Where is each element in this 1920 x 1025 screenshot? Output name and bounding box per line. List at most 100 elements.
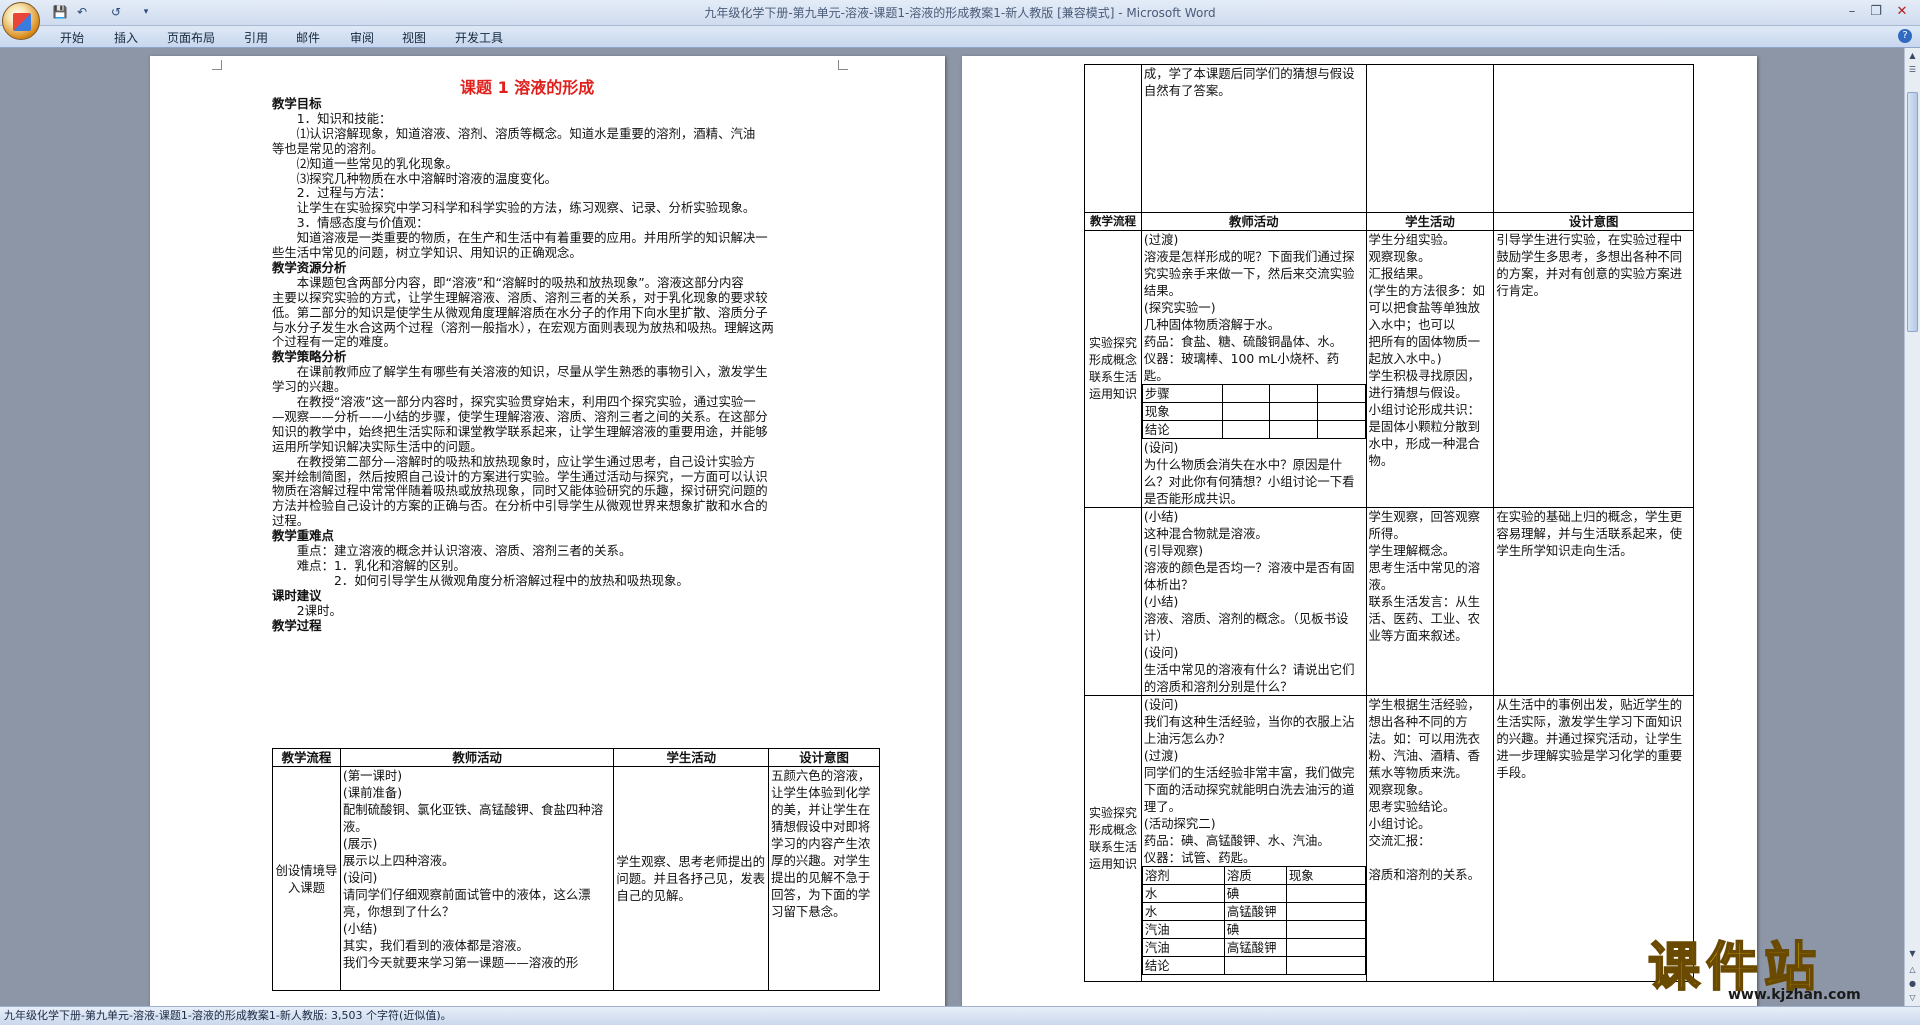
ruler-toggle-icon[interactable]: ☰ (1907, 64, 1918, 76)
tab-home[interactable]: 开始 (60, 29, 84, 46)
student-line: 学生积极寻找原因，进行猜想与假设。 (1368, 368, 1481, 400)
section-heading: 教学过程 (272, 617, 322, 633)
student-line: 交流汇报： (1368, 833, 1431, 848)
teacher-line: (第一课时) (342, 768, 403, 783)
tab-mailings[interactable]: 邮件 (296, 29, 320, 46)
status-text: 九年级化学下册-第九单元-溶液-课题1-溶液的形成教案1-新人教版: 3,503… (4, 1009, 452, 1022)
vertical-scrollbar[interactable]: ▲ ☰ ▼ △ ● ▽ (1904, 48, 1920, 1006)
scroll-thumb[interactable] (1907, 92, 1918, 332)
close-icon[interactable]: ✕ (1892, 3, 1912, 21)
grid-cell: 碘 (1223, 920, 1287, 939)
intent-text: 五颜六色的溶液，让学生体验到化学的美，并让学生在猜想假设中对即将学习的内容产生浓… (771, 768, 871, 919)
restore-icon[interactable]: ❐ (1866, 3, 1886, 21)
tab-insert[interactable]: 插入 (114, 29, 138, 46)
teacher-line: 溶液的颜色是否均一？溶液中是否有固体析出？ (1143, 560, 1355, 592)
student-line: 把所有的固体物质一起放入水中。) (1368, 334, 1481, 366)
student-cell: 学生分组实验。 观察现象。 汇报结果。 (学生的方法很多：如可以把食盐等单独放入… (1365, 230, 1495, 508)
student-text: 学生观察、思考老师提出的问题。并且各抒己见，发表自己的见解。 (616, 854, 766, 903)
body-line: 方法并检验自己设计的方案的正确与否。在分析中引导学生从微观世界来想象扩散和水合的 (272, 498, 768, 514)
grid-cell: 碘 (1223, 884, 1287, 903)
teacher-line: (课前准备) (342, 785, 403, 800)
student-line: 思考生活中常见的溶液。 (1368, 560, 1481, 592)
teacher-cell: (第一课时) (课前准备) 配制硫酸铜、氯化亚铁、高锰酸钾、食盐四种溶液。 (展… (339, 766, 615, 991)
page-2[interactable]: 成，学了本课题后同学们的猜想与假设自然有了答案。 教学流程 教师活动 学生活动 … (962, 56, 1757, 1006)
corner-mark (838, 60, 848, 70)
flow-cell: 实验探究形成概念联系生活运用知识 (1084, 695, 1142, 982)
grid-cell: 汽油 (1142, 938, 1225, 957)
teacher-line: (设问) (1143, 645, 1179, 660)
tab-developer[interactable]: 开发工具 (455, 29, 503, 46)
site-watermark: 课件站 www.kjzhan.com (1647, 925, 1910, 1005)
student-line: 观察现象。 (1368, 249, 1431, 264)
grid-cell: 水 (1142, 902, 1225, 921)
student-cell: 学生观察，回答观察所得。 学生理解概念。 思考生活中常见的溶液。 联系生活发言：… (1365, 507, 1495, 696)
teacher-line: (活动探究二) (1143, 816, 1216, 831)
grid-cell: 水 (1142, 884, 1225, 903)
intent-cell: 五颜六色的溶液，让学生体验到化学的美，并让学生在猜想假设中对即将学习的内容产生浓… (768, 766, 880, 991)
col-header: 教学流程 (1084, 212, 1142, 231)
col-header: 教师活动 (1140, 212, 1367, 231)
grid-header: 溶剂 (1142, 866, 1225, 885)
teacher-line: (过渡) (1143, 748, 1179, 763)
flow-cell: 实验探究形成概念联系生活运用知识 (1084, 230, 1142, 508)
col-header: 教师活动 (339, 748, 615, 767)
teacher-line: (小结) (1143, 594, 1179, 609)
teacher-cell: (过渡) 溶液是怎样形成的呢？下面我们通过探究实验亲手来做一下，然后来交流实验结… (1140, 230, 1367, 508)
teacher-line: 我们今天就要来学习第一课题——溶液的形 (342, 955, 579, 970)
tab-view[interactable]: 视图 (402, 29, 426, 46)
teacher-text: 成，学了本课题后同学们的猜想与假设自然有了答案。 (1143, 66, 1355, 98)
student-cell: 学生根据生活经验，想出各种不同的方法。如：可以用洗衣粉、汽油、酒精、香蕉水等物质… (1365, 695, 1495, 982)
teacher-line: 配制硫酸铜、氯化亚铁、高锰酸钾、食盐四种溶液。 (342, 802, 604, 834)
tab-page-layout[interactable]: 页面布局 (167, 29, 215, 46)
col-header: 设计意图 (768, 748, 880, 767)
teacher-cell: (设问) 我们有这种生活经验，当你的衣服上沾上油污怎么办？ (过渡) 同学们的生… (1140, 695, 1367, 982)
document-workspace[interactable]: 课题 1 溶液的形成 教学目标 1．知识和技能： ⑴认识溶解现象，知道溶液、溶剂、溶… (0, 48, 1904, 1006)
student-line: 小组讨论。 (1368, 816, 1431, 831)
student-cell-empty (1365, 64, 1495, 213)
page-1[interactable]: 课题 1 溶液的形成 教学目标 1．知识和技能： ⑴认识溶解现象，知道溶液、溶剂、溶… (150, 56, 945, 1006)
student-cell: 学生观察、思考老师提出的问题。并且各抒己见，发表自己的见解。 (613, 766, 770, 991)
intent-cell-empty (1493, 64, 1694, 213)
intent-text: 在实验的基础上归的概念，学生更容易理解，并与生活联系起来，使学生所学知识走向生活… (1496, 509, 1683, 558)
office-button[interactable] (2, 2, 40, 40)
title-bar: 💾 ↶ ↺ ▾ 九年级化学下册-第九单元-溶液-课题1-溶液的形成教案1-新人教… (0, 0, 1920, 26)
teacher-line: 溶液、溶质、溶剂的概念。（见板书设计） (1143, 611, 1349, 643)
intent-cell: 在实验的基础上归的概念，学生更容易理解，并与生活联系起来，使学生所学知识走向生活… (1493, 507, 1694, 696)
student-line: 学生理解概念。 (1368, 543, 1456, 558)
teacher-line: 同学们的生活经验非常丰富，我们做完下面的活动探究就能明白洗去油污的道理了。 (1143, 765, 1355, 814)
student-line: 溶质和溶剂的关系。 (1368, 867, 1481, 882)
tab-review[interactable]: 审阅 (350, 29, 374, 46)
tab-references[interactable]: 引用 (244, 29, 268, 46)
teacher-line: 几种固体物质溶解于水。 (1143, 317, 1281, 332)
ribbon-tabs: 开始 插入 页面布局 引用 邮件 审阅 视图 开发工具 ? (0, 26, 1920, 48)
body-line: 2．如何引导学生从微观角度分析溶解过程中的放热和吸热现象。 (334, 572, 689, 588)
student-line: 学生观察，回答观察所得。 (1368, 509, 1481, 541)
intent-cell: 引导学生进行实验，在实验过程中鼓励学生多思考，多想出各种不同的方案，并对有创意的… (1493, 230, 1694, 508)
teacher-line: 为什么物质会消失在水中？原因是什么？对此你有何猜想？小组讨论一下看是否能形成共识… (1143, 457, 1355, 506)
minimize-icon[interactable]: – (1842, 3, 1862, 21)
student-line: 学生分组实验。 (1368, 232, 1456, 247)
teacher-line: (设问) (1143, 697, 1179, 712)
teacher-line: (探究实验一) (1143, 300, 1216, 315)
scroll-up-icon[interactable]: ▲ (1907, 50, 1918, 62)
grid-cell: 高锰酸钾 (1223, 938, 1287, 957)
teacher-cell: 成，学了本课题后同学们的猜想与假设自然有了答案。 (1140, 64, 1367, 213)
grid-cell: 结论 (1142, 956, 1225, 975)
col-header: 学生活动 (1365, 212, 1495, 231)
teacher-line: 我们有这种生活经验，当你的衣服上沾上油污怎么办？ (1143, 714, 1355, 746)
help-icon[interactable]: ? (1898, 29, 1912, 43)
student-line: (学生的方法很多：如可以把食盐等单独放入水中；也可以 (1368, 283, 1485, 332)
observation-grid: 步骤 现象 结论 (1142, 384, 1366, 439)
teacher-line: 溶液是怎样形成的呢？下面我们通过探究实验亲手来做一下，然后来交流实验结果。 (1143, 249, 1355, 298)
col-header: 教学流程 (272, 748, 341, 767)
teacher-line: (过渡) (1143, 232, 1179, 247)
student-line: 联系生活发言：从生活、医药、工业、农业等方面来叙述。 (1368, 594, 1481, 643)
teacher-line: (设问) (342, 870, 378, 885)
grid-header: 溶质 (1223, 866, 1287, 885)
body-line: 在课前教师应了解学生有哪些有关溶液的知识，尽量从学生熟悉的事物引入，激发学生 (296, 364, 768, 380)
teacher-line: 请同学们仔细观察前面试管中的液体，这么漂亮，你想到了什么？ (342, 887, 591, 919)
teacher-line: (引导观察) (1143, 543, 1204, 558)
teacher-line: 其实，我们看到的液体都是溶液。 (342, 938, 529, 953)
student-line (1369, 849, 1492, 866)
teacher-line: 生活中常见的溶液有什么？请说出它们的溶质和溶剂分别是什么？ (1143, 662, 1355, 694)
